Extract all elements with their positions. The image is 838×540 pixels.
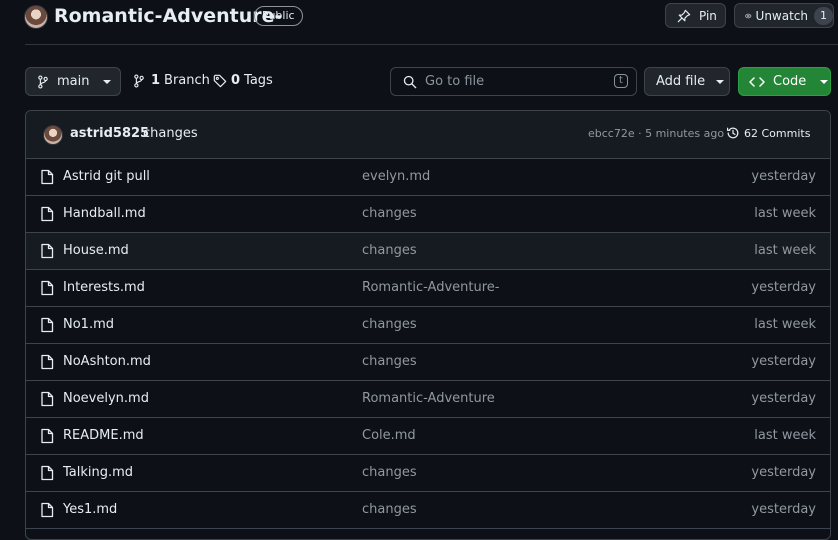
unwatch-button[interactable]: Unwatch 1	[734, 3, 834, 28]
chevron-down-icon	[716, 79, 725, 84]
pin-button[interactable]: Pin	[665, 3, 726, 28]
branch-count: 1	[151, 73, 161, 88]
file-commit-time: last week	[754, 243, 816, 258]
code-label: Code	[773, 74, 807, 89]
header-divider	[25, 44, 838, 45]
table-row[interactable]: Talking.md changes yesterday	[26, 455, 830, 492]
file-commit-time: yesterday	[751, 169, 816, 184]
branch-icon	[38, 74, 48, 89]
author-avatar[interactable]	[43, 125, 63, 145]
eye-icon	[745, 13, 752, 18]
table-row[interactable]: README.md Cole.md last week	[26, 418, 830, 455]
commits-link[interactable]: 62 Commits	[726, 126, 810, 140]
table-row[interactable]: Handball.md changes last week	[26, 196, 830, 233]
file-name[interactable]: Astrid git pull	[63, 169, 150, 184]
file-icon	[41, 243, 54, 259]
table-row[interactable]: Noevelyn.md Romantic-Adventure yesterday	[26, 381, 830, 418]
file-icon	[41, 391, 54, 407]
file-commit-time: yesterday	[751, 465, 816, 480]
tag-count: 0	[231, 73, 241, 88]
repo-header: Romantic-Adventure- Public Pin Unwatch 1	[0, 0, 838, 44]
commit-hash-time[interactable]: ebcc72e · 5 minutes ago	[588, 127, 724, 140]
table-row[interactable]: Astrid git pull evelyn.md yesterday	[26, 159, 830, 196]
watch-count: 1	[814, 6, 833, 25]
file-name[interactable]: Noevelyn.md	[63, 391, 149, 406]
table-row[interactable]: Interests.md Romantic-Adventure- yesterd…	[26, 270, 830, 307]
file-commit-message[interactable]: changes	[362, 354, 417, 369]
go-to-file-search[interactable]: t	[390, 67, 637, 96]
repo-name[interactable]: Romantic-Adventure-	[54, 5, 282, 27]
file-icon	[41, 317, 54, 333]
table-row[interactable]: Yes1.md changes yesterday	[26, 492, 830, 529]
file-table: astrid5825 changes ebcc72e · 5 minutes a…	[25, 110, 831, 540]
file-name[interactable]: No1.md	[63, 317, 114, 332]
history-icon	[726, 127, 739, 139]
file-icon	[41, 280, 54, 296]
file-commit-time: yesterday	[751, 502, 816, 517]
pin-icon	[677, 9, 691, 22]
file-commit-time: yesterday	[751, 391, 816, 406]
latest-commit-bar: astrid5825 changes ebcc72e · 5 minutes a…	[26, 111, 830, 159]
file-icon	[41, 169, 54, 185]
file-commit-message[interactable]: changes	[362, 465, 417, 480]
commit-message[interactable]: changes	[143, 126, 198, 141]
tags-link[interactable]: 0 Tags	[213, 73, 273, 88]
add-file-button[interactable]: Add file	[644, 67, 730, 96]
file-icon	[41, 428, 54, 444]
chevron-down-icon	[820, 79, 829, 84]
file-commit-time: last week	[754, 206, 816, 221]
file-commit-message[interactable]: Romantic-Adventure-	[362, 280, 499, 295]
table-row[interactable]: House.md changes last week	[26, 233, 830, 270]
file-name[interactable]: Interests.md	[63, 280, 145, 295]
branch-name: main	[57, 74, 90, 89]
file-commit-time: last week	[754, 428, 816, 443]
file-name[interactable]: Talking.md	[63, 465, 133, 480]
search-input[interactable]	[423, 73, 607, 90]
file-name[interactable]: README.md	[63, 428, 144, 443]
branches-link[interactable]: 1 Branch	[133, 73, 210, 88]
keyboard-shortcut-hint: t	[614, 74, 628, 88]
branch-icon	[134, 73, 144, 88]
file-icon	[41, 502, 54, 518]
file-commit-message[interactable]: changes	[362, 206, 417, 221]
search-icon	[403, 75, 417, 88]
tag-icon	[213, 74, 227, 87]
file-list: Astrid git pull evelyn.md yesterday Hand…	[26, 159, 830, 529]
file-commit-message[interactable]: changes	[362, 317, 417, 332]
file-icon	[41, 465, 54, 481]
file-commit-message[interactable]: Romantic-Adventure	[362, 391, 495, 406]
branch-count-label: Branch	[164, 73, 210, 88]
file-name[interactable]: Yes1.md	[63, 502, 117, 517]
file-commit-message[interactable]: changes	[362, 502, 417, 517]
add-file-label: Add file	[656, 74, 706, 89]
code-icon	[749, 76, 765, 87]
file-commit-message[interactable]: changes	[362, 243, 417, 258]
file-commit-time: yesterday	[751, 280, 816, 295]
branch-selector[interactable]: main	[25, 67, 121, 96]
owner-avatar[interactable]	[24, 5, 48, 29]
file-icon	[41, 206, 54, 222]
unwatch-label: Unwatch	[755, 8, 808, 23]
commit-author[interactable]: astrid5825	[70, 126, 149, 141]
file-name[interactable]: NoAshton.md	[63, 354, 151, 369]
tag-count-label: Tags	[244, 73, 273, 88]
pin-label: Pin	[699, 8, 717, 23]
table-row[interactable]: No1.md changes last week	[26, 307, 830, 344]
file-name[interactable]: House.md	[63, 243, 129, 258]
file-commit-message[interactable]: evelyn.md	[362, 169, 430, 184]
file-icon	[41, 354, 54, 370]
code-button[interactable]: Code	[738, 67, 831, 96]
file-commit-message[interactable]: Cole.md	[362, 428, 416, 443]
table-row[interactable]: NoAshton.md changes yesterday	[26, 344, 830, 381]
chevron-down-icon	[103, 79, 112, 84]
file-name[interactable]: Handball.md	[63, 206, 146, 221]
file-commit-time: last week	[754, 317, 816, 332]
file-commit-time: yesterday	[751, 354, 816, 369]
visibility-badge: Public	[254, 6, 303, 26]
commits-count: 62 Commits	[744, 126, 811, 140]
